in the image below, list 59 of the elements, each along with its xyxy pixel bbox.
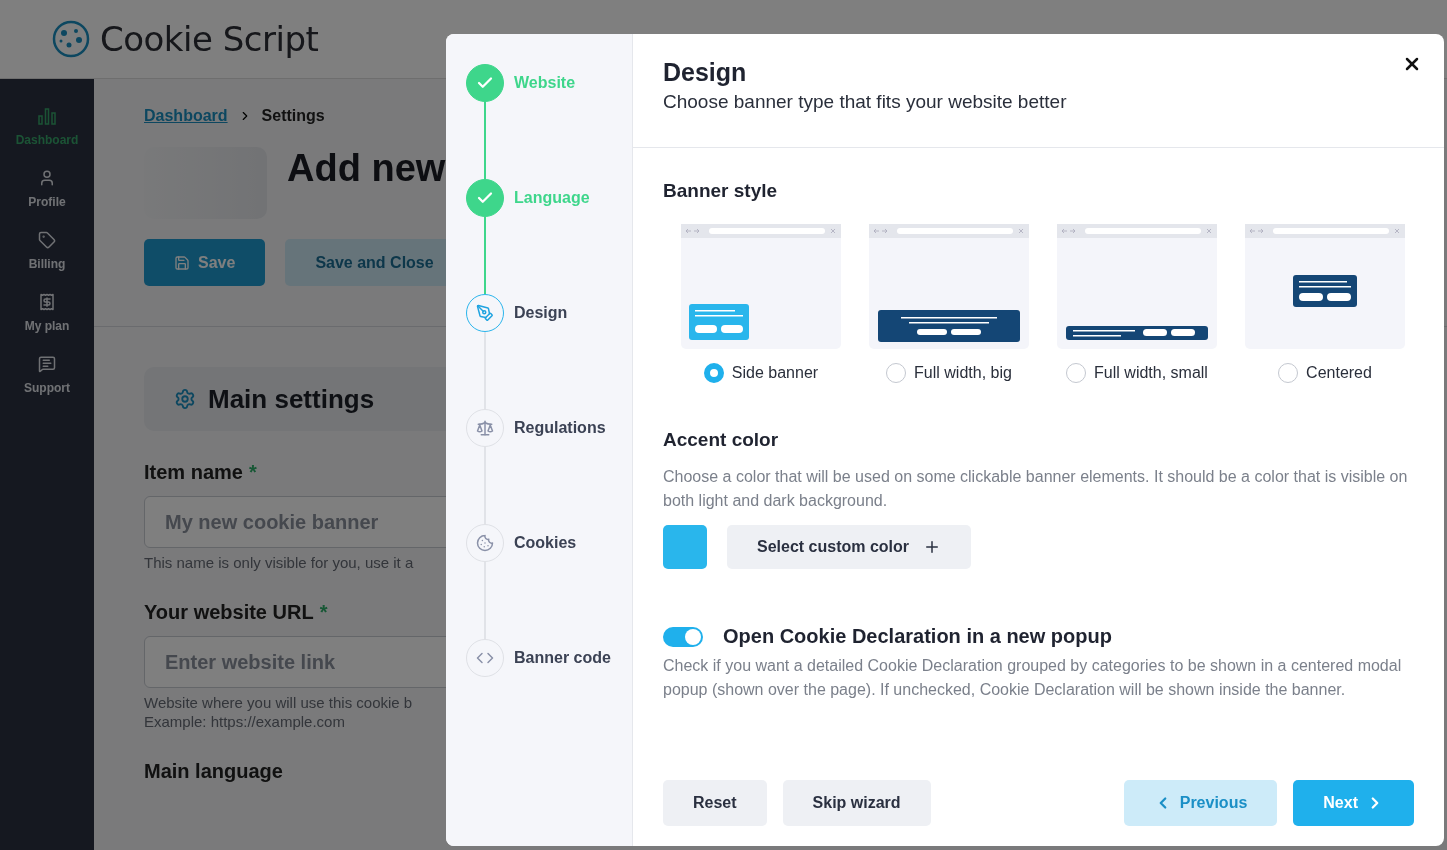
custom-color-button[interactable]: Select custom color <box>727 525 972 569</box>
radio-option[interactable]: Centered <box>1278 363 1372 383</box>
banner-preview-drawing[interactable] <box>869 224 1029 349</box>
required-mark: * <box>248 461 257 484</box>
step-label: Regulations <box>514 419 606 437</box>
required-mark: * <box>319 601 328 624</box>
tag-icon <box>38 231 56 249</box>
sidebar-item[interactable]: Dashboard <box>15 107 79 147</box>
bar-chart-icon <box>38 107 56 125</box>
sidebar-item[interactable]: Support <box>24 355 70 395</box>
step-label: Design <box>514 304 568 322</box>
radio-option[interactable]: Full width, small <box>1066 363 1208 383</box>
footer-button[interactable]: Previous <box>1123 780 1278 826</box>
radio-option[interactable]: Full width, big <box>886 363 1012 383</box>
color-swatch[interactable] <box>663 525 707 569</box>
field-hint: Example: https://example.com <box>144 713 346 730</box>
radio-icon[interactable] <box>703 363 724 383</box>
dialog-subtitle: Choose banner type that fits your website better <box>663 91 1068 113</box>
receipt-icon <box>38 293 56 311</box>
sidebar-item[interactable]: Profile <box>28 169 66 209</box>
user-icon <box>38 169 56 187</box>
footer-button[interactable]: Skip wizard <box>782 780 931 826</box>
page-title: Add new <box>287 147 446 190</box>
cookie-icon <box>476 534 494 552</box>
banner-preview-drawing[interactable] <box>1057 224 1217 349</box>
radio-icon[interactable] <box>886 363 907 383</box>
section-heading: Accent color <box>663 429 780 451</box>
dialog-title: Design <box>663 58 748 87</box>
toggle-description: Check if you want a detailed Cookie Declaration grouped by categories to be shown in a centered modal popup (shown over the page). If unchecked, Cookie Declaration will be shown inside the banner. <box>663 656 1403 700</box>
scale-icon <box>476 419 494 437</box>
radio-icon[interactable] <box>1278 363 1299 383</box>
footer-button[interactable]: Next <box>1293 780 1414 826</box>
section-heading: Banner style <box>663 180 779 202</box>
step-label: Website <box>514 74 576 92</box>
banner-preview-drawing[interactable] <box>1245 224 1405 349</box>
footer-button[interactable]: Reset <box>663 780 767 826</box>
field-hint: Website where you will use this cookie b <box>144 694 414 711</box>
breadcrumb-current: Settings <box>261 107 325 125</box>
field-label: Main language <box>144 760 283 783</box>
pen-icon <box>476 304 494 322</box>
radio-icon[interactable] <box>1066 363 1087 383</box>
toggle-switch[interactable] <box>663 626 703 647</box>
field-label: Your website URL <box>144 601 314 624</box>
logo-text: Cookie Script <box>100 19 319 59</box>
accent-description: Choose a color that will be used on some clickable banner elements. It should be a color that is visible on both light and dark background. <box>663 467 1409 511</box>
sidebar-item[interactable]: My plan <box>24 293 70 333</box>
field-label: Item name <box>144 461 243 484</box>
page-button[interactable]: Save <box>144 239 266 286</box>
radio-option[interactable]: Side banner <box>703 363 819 383</box>
cookie-logo-icon <box>52 20 90 58</box>
section-title: Main settings <box>208 383 375 415</box>
breadcrumb-link[interactable]: Dashboard <box>144 107 228 125</box>
settings-icon <box>174 388 196 410</box>
field-hint: This name is only visible for you, use it a <box>144 554 415 571</box>
toggle-label: Open Cookie Declaration in a new popup <box>723 625 1112 648</box>
chat-icon <box>38 355 56 373</box>
sidebar-item[interactable]: Billing <box>28 231 66 271</box>
step-label: Language <box>514 189 590 207</box>
floppy-icon <box>174 254 190 271</box>
